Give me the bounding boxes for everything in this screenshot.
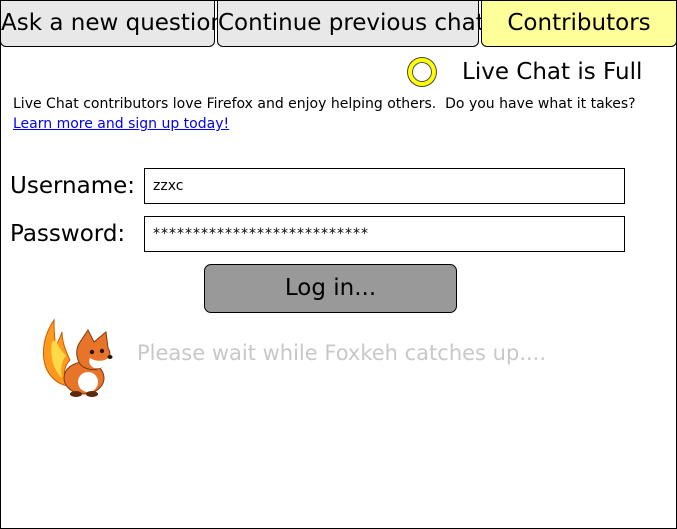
username-field[interactable]	[144, 168, 625, 204]
chat-status: Live Chat is Full	[408, 58, 642, 86]
status-indicator-icon	[408, 58, 436, 86]
sign-up-link[interactable]: Learn more and sign up today!	[13, 116, 229, 132]
foxkeh-fox-icon	[43, 318, 113, 397]
tab-continue-previous-chat[interactable]: Continue previous chat	[217, 0, 485, 47]
login-button[interactable]: Log in...	[204, 264, 457, 313]
tab-contributors[interactable]: Contributors	[481, 0, 677, 47]
loading-message: Please wait while Foxkeh catches up....	[137, 341, 547, 365]
tab-ask-new-question[interactable]: Ask a new question	[0, 0, 225, 47]
password-field[interactable]	[144, 216, 625, 252]
intro-text: Live Chat contributors love Firefox and …	[13, 96, 636, 112]
password-label: Password:	[10, 221, 126, 247]
username-label: Username:	[10, 173, 135, 199]
status-text: Live Chat is Full	[462, 59, 643, 85]
